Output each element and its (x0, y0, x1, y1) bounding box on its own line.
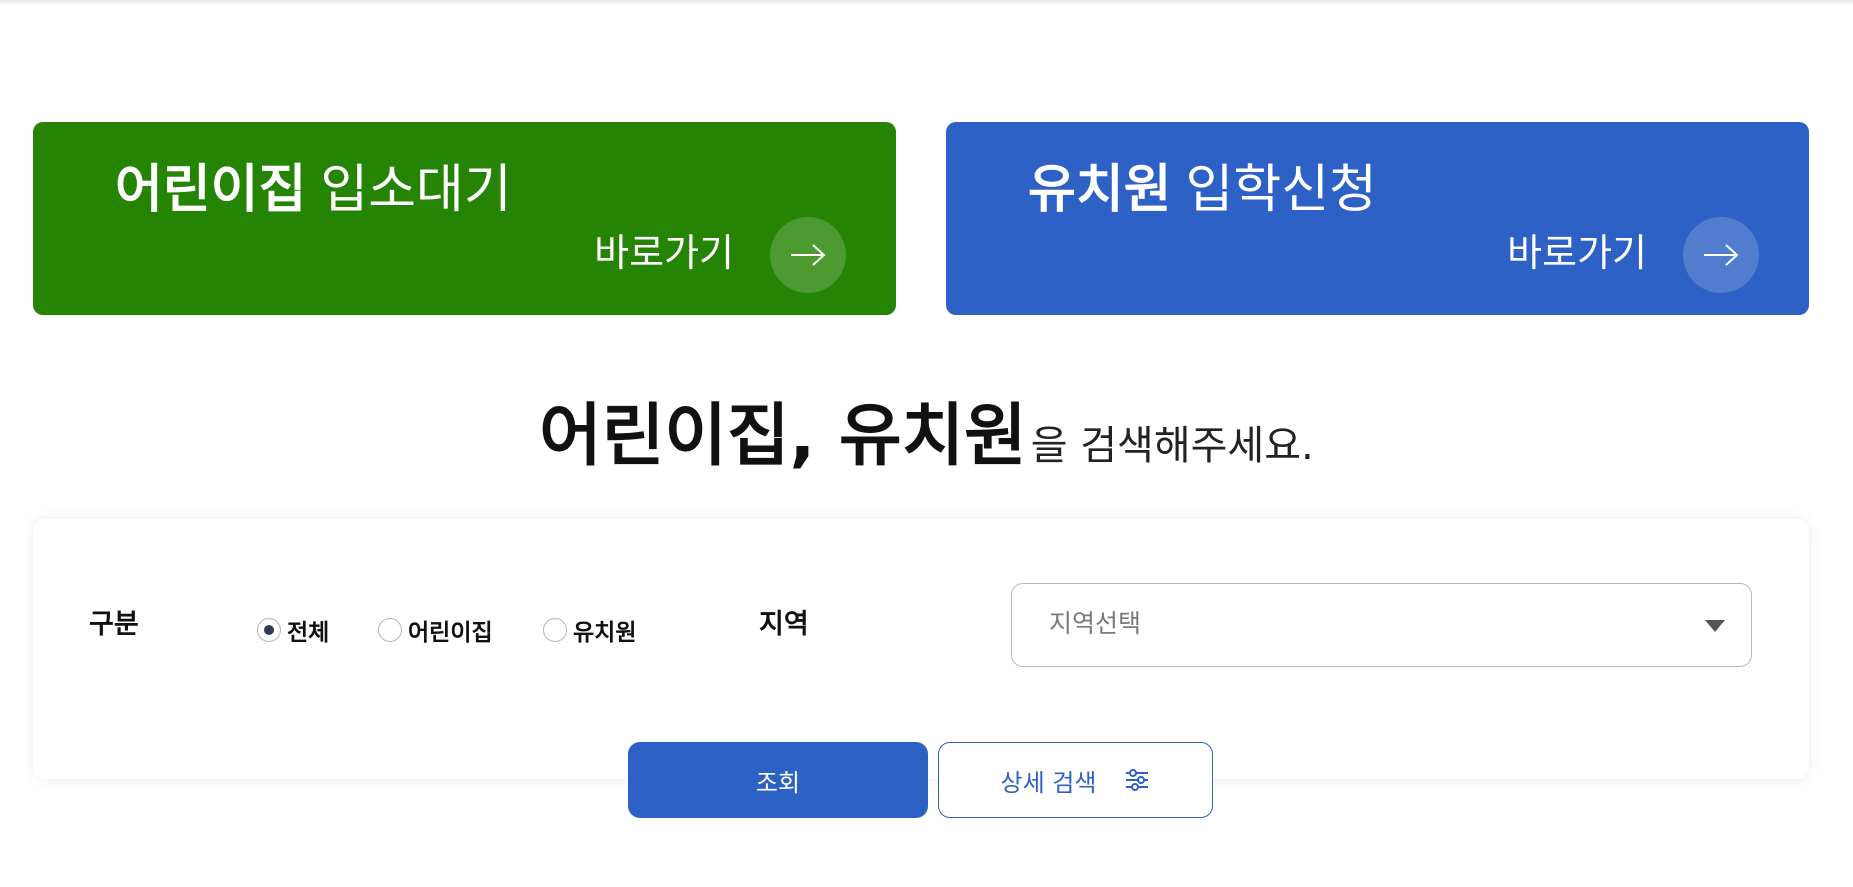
radio-label: 유치원 (573, 620, 637, 646)
radio-kindergarten[interactable]: 유치원 (543, 613, 636, 647)
banner-goto-label[interactable]: 바로가기 (1507, 234, 1647, 272)
banner-title-light: 입소대기 (320, 160, 512, 220)
daycare-waitlist-banner[interactable]: 어린이집 입소대기 바로가기 (33, 122, 896, 315)
banner-goto-label[interactable]: 바로가기 (594, 234, 734, 272)
search-heading-light: 을 검색해주세요. (1030, 423, 1314, 469)
search-button[interactable]: 조회 (628, 742, 928, 818)
detail-search-label: 상세 검색 (1000, 768, 1097, 797)
region-select-value: 지역선택 (1049, 609, 1142, 638)
kindergarten-apply-banner[interactable]: 유치원 입학신청 바로가기 (946, 122, 1809, 315)
radio-button[interactable] (543, 618, 567, 642)
banner-title: 유치원 입학신청 (1028, 164, 1377, 216)
chevron-down-icon (1705, 620, 1725, 632)
top-shadow-bar (0, 0, 1853, 6)
region-select[interactable]: 지역선택 (1011, 583, 1752, 667)
banner-title: 어린이집 입소대기 (115, 164, 512, 216)
arrow-right-icon[interactable] (770, 217, 846, 293)
banner-title-strong: 어린이집 (115, 160, 307, 220)
type-label: 구분 (89, 609, 139, 640)
filter-sliders-icon (1124, 768, 1150, 792)
detail-search-button[interactable]: 상세 검색 (938, 742, 1213, 818)
radio-button[interactable] (257, 618, 281, 642)
search-heading-strong: 어린이집, 유치원 (539, 397, 1027, 476)
banner-title-light: 입학신청 (1185, 160, 1377, 220)
radio-daycare[interactable]: 어린이집 (378, 613, 493, 647)
banner-title-strong: 유치원 (1028, 160, 1172, 220)
search-button-label: 조회 (755, 768, 801, 797)
radio-button[interactable] (378, 618, 402, 642)
radio-label: 전체 (287, 620, 330, 646)
search-heading: 어린이집, 유치원 을 검색해주세요. (0, 380, 1853, 479)
region-label: 지역 (759, 609, 809, 640)
radio-all[interactable]: 전체 (257, 613, 329, 647)
arrow-right-icon[interactable] (1683, 217, 1759, 293)
radio-label: 어린이집 (408, 620, 493, 646)
